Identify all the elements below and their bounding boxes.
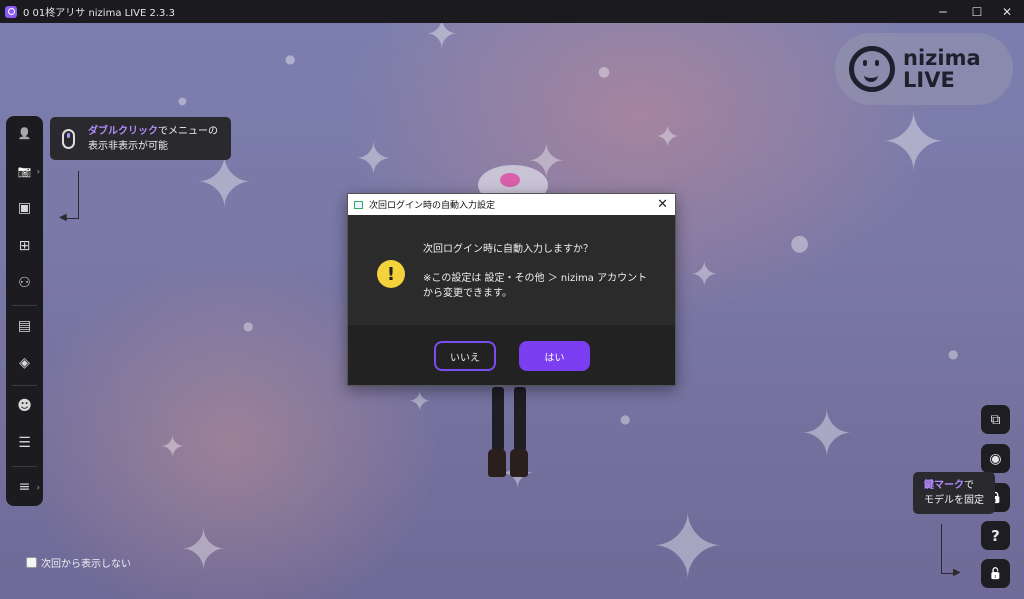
logo-line-2: LIVE — [903, 68, 955, 92]
app-logo-icon — [5, 5, 17, 18]
dialog-close-button[interactable]: ✕ — [657, 197, 668, 212]
sparkle-icon: ● — [285, 52, 296, 66]
sparkle-icon: ● — [598, 64, 611, 80]
guide-line — [941, 524, 942, 574]
sparkle-icon: ● — [178, 96, 187, 107]
camera-off-icon: 📷 — [17, 164, 32, 178]
sparkle-icon: ✦ — [800, 398, 854, 472]
close-window-button[interactable]: ✕ — [990, 0, 1024, 23]
archive-icon: ▤ — [17, 318, 32, 334]
guide-line — [66, 218, 79, 219]
sparkle-icon: ✦ — [425, 23, 459, 58]
lock-tooltip-text-line2: モデルを固定 — [924, 495, 984, 506]
guide-line — [78, 171, 79, 219]
sidebar-item-settings[interactable]: ☰ — [6, 428, 43, 458]
person-icon: 👤 — [17, 126, 32, 140]
tooltip-text: でメニューの — [158, 126, 218, 137]
collab-icon: ⚇ — [18, 275, 31, 291]
sparkle-icon: ✦ — [355, 134, 392, 185]
dialog-window-icon — [354, 200, 363, 209]
sidebar-item-collab[interactable]: ⚇ — [6, 268, 43, 298]
lock-tooltip: 鍵マークで モデルを固定 — [913, 472, 995, 514]
lock-tooltip-highlight: 鍵マーク — [924, 480, 964, 491]
sparkle-icon: ✦ — [408, 385, 432, 418]
dont-show-checkbox[interactable] — [26, 557, 37, 568]
minimize-button[interactable]: ─ — [926, 0, 960, 23]
sidebar-item-add-item[interactable]: ⊞ — [6, 231, 43, 261]
layers-icon: ◈ — [19, 355, 30, 371]
sidebar-item-layers[interactable]: ◈ — [6, 348, 43, 378]
sparkle-icon: ✦ — [650, 495, 726, 599]
sidebar-item-profile[interactable]: 👤 — [6, 118, 43, 148]
camera-icon: ◉ — [989, 450, 1002, 467]
sparkle-icon: ● — [790, 231, 810, 256]
unlock-button[interactable]: 🔓 — [981, 559, 1010, 588]
sparkle-icon: ● — [948, 347, 959, 361]
arrow-left-icon: ◀ — [59, 212, 67, 223]
sparkle-icon: ✦ — [690, 255, 719, 295]
sidebar-item-menu[interactable]: ≡ › — [6, 472, 43, 502]
sparkle-icon: ✦ — [180, 518, 227, 583]
chevron-right-icon: › — [36, 166, 40, 176]
help-icon: ? — [991, 526, 1000, 545]
logo-line-1: nizima — [903, 46, 981, 70]
window-title: 0 01柊アリサ nizima LIVE 2.3.3 — [23, 8, 175, 19]
sidebar-item-archive[interactable]: ▤ — [6, 311, 43, 341]
dialog-title: 次回ログイン時の自動入力設定 — [369, 201, 496, 211]
menu-toggle-tooltip: ダブルクリックでメニューの 表示非表示が可能 — [50, 117, 231, 160]
no-button[interactable]: いいえ — [434, 341, 496, 371]
sliders-icon: ☰ — [18, 435, 31, 451]
dialog-note-line-2: から変更できます。 — [423, 288, 512, 299]
arrow-right-icon: ▶ — [953, 567, 961, 578]
sparkle-icon: ✦ — [880, 96, 948, 189]
windows-icon: ⧉ — [990, 411, 1001, 428]
dialog-footer: いいえ はい — [348, 325, 675, 385]
sparkle-icon: ✦ — [160, 430, 186, 465]
logo-face-icon — [849, 46, 895, 92]
chevron-right-icon: › — [36, 482, 40, 492]
dont-show-label[interactable]: 次回から表示しない — [41, 555, 131, 570]
dialog-note-line-1: ※この設定は 設定・その他 ＞ nizima アカウント — [423, 273, 648, 284]
sparkle-icon: ● — [620, 412, 631, 426]
screenshot-button[interactable]: ◉ — [981, 444, 1010, 473]
left-sidebar: 👤 📷 › ▣ ⊞ ⚇ ▤ ◈ ☻ ☰ ≡ › — [6, 116, 43, 506]
sidebar-item-camera[interactable]: 📷 › — [6, 156, 43, 186]
mouse-double-click-icon — [62, 129, 75, 149]
tooltip-text-line2: 表示非表示が可能 — [88, 141, 168, 152]
add-item-icon: ⊞ — [18, 238, 31, 254]
help-button[interactable]: ? — [981, 521, 1010, 550]
dialog-question: 次回ログイン時に自動入力しますか？ — [423, 244, 593, 255]
warning-icon: ! — [377, 260, 405, 288]
nizima-live-logo: nizima LIVE — [835, 33, 1013, 105]
image-icon: ▣ — [17, 200, 32, 216]
dialog-body: ! 次回ログイン時に自動入力しますか？ ※この設定は 設定・その他 ＞ nizi… — [348, 215, 675, 325]
sidebar-item-expression[interactable]: ☻ — [6, 391, 43, 421]
sparkle-icon: ● — [243, 319, 254, 333]
menu-icon: ≡ — [18, 479, 31, 495]
maximize-button[interactable]: ☐ — [960, 0, 994, 23]
tooltip-highlight: ダブルクリック — [88, 126, 158, 137]
sidebar-item-background[interactable]: ▣ — [6, 193, 43, 223]
title-bar: 0 01柊アリサ nizima LIVE 2.3.3 ─ ☐ ✕ — [0, 0, 1024, 23]
window-mode-button[interactable]: ⧉ — [981, 405, 1010, 434]
unlock-icon: 🔓 — [988, 567, 1003, 580]
yes-button[interactable]: はい — [519, 341, 590, 371]
sparkle-icon: ✦ — [655, 120, 681, 155]
auto-login-dialog: 次回ログイン時の自動入力設定 ✕ ! 次回ログイン時に自動入力しますか？ ※この… — [347, 193, 676, 386]
face-icon: ☻ — [17, 398, 32, 414]
dialog-title-bar: 次回ログイン時の自動入力設定 ✕ — [348, 194, 675, 215]
lock-tooltip-text: で — [964, 480, 974, 491]
